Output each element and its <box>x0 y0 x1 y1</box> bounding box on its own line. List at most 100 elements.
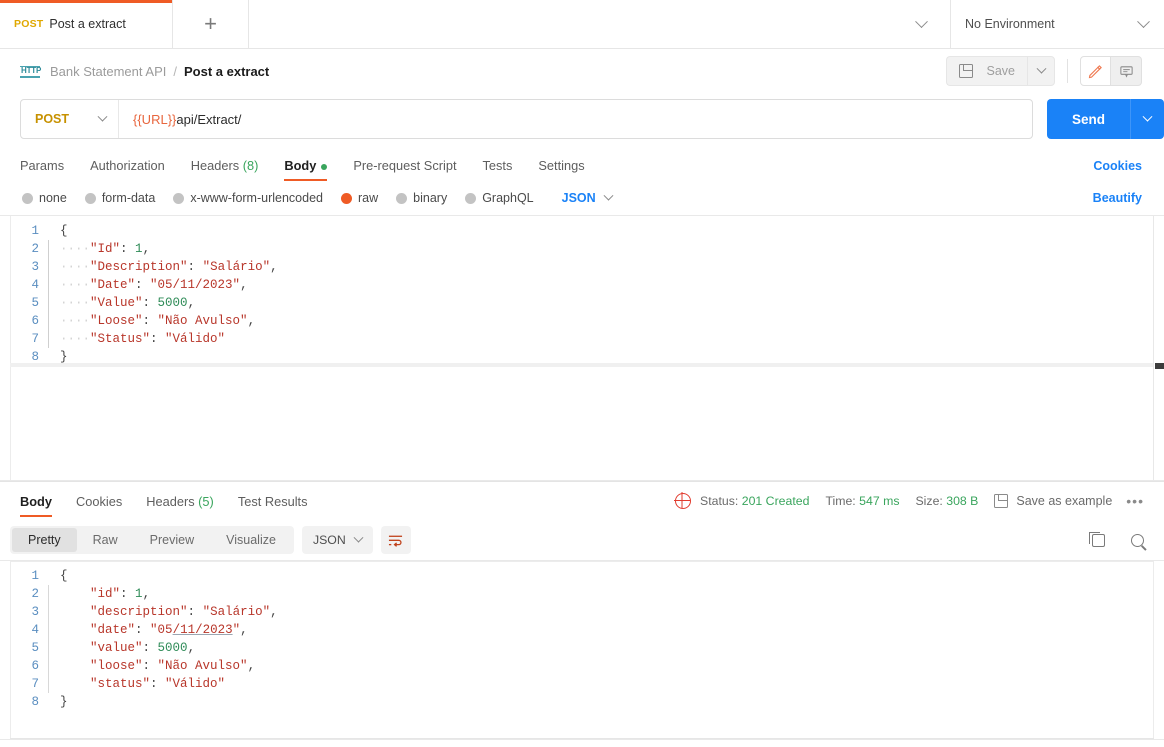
editor-horizontal-scrollbar[interactable] <box>10 363 1154 367</box>
tab-strip: POST Post a extract + No Environment <box>0 0 1164 49</box>
headers-count: (8) <box>242 158 259 173</box>
response-format-selector[interactable]: JSON <box>301 526 373 554</box>
colon: : <box>150 332 166 346</box>
word-wrap-toggle[interactable] <box>380 526 411 554</box>
response-tab-cookies-label: Cookies <box>76 493 123 509</box>
tab-authorization[interactable]: Authorization <box>90 158 165 181</box>
save-options-button[interactable] <box>1027 56 1055 86</box>
chevron-down-icon <box>1036 63 1046 74</box>
tab-list-overflow-button[interactable] <box>249 0 951 48</box>
modified-dot-icon <box>321 163 328 170</box>
send-button[interactable]: Send <box>1046 99 1130 139</box>
tab-settings[interactable]: Settings <box>538 158 584 181</box>
save-button[interactable]: Save <box>945 56 1027 86</box>
response-tab-test-results[interactable]: Test Results <box>238 482 308 520</box>
response-body-editor[interactable]: 1 2 3 4 5 6 7 8 { "id": 1, "description"… <box>0 560 1164 740</box>
response-tab-body[interactable]: Body <box>20 482 52 520</box>
breadcrumb-actions: Save <box>945 56 1142 86</box>
time-label: Time: <box>825 494 856 508</box>
request-gutter: 1 2 3 4 5 6 7 8 <box>0 216 48 372</box>
http-method-selector[interactable]: POST <box>21 100 119 138</box>
copy-icon[interactable] <box>1089 531 1105 547</box>
postman-window: POST Post a extract + No Environment HTT… <box>0 0 1164 747</box>
body-type-form-data[interactable]: form-data <box>84 191 156 205</box>
body-format-selector[interactable]: JSON <box>561 190 614 205</box>
tab-params[interactable]: Params <box>20 158 64 181</box>
response-tab-test-results-label: Test Results <box>237 493 308 509</box>
tab-pre-request-script[interactable]: Pre-request Script <box>353 158 456 181</box>
body-type-x-www-form-urlencoded[interactable]: x-www-form-urlencoded <box>173 191 323 205</box>
request-code[interactable]: { ····"Id": 1, ····"Description": "Salár… <box>48 216 1164 372</box>
body-type-none[interactable]: none <box>22 191 67 205</box>
comma: , <box>240 278 248 292</box>
line-number: 5 <box>31 641 39 655</box>
brace: { <box>60 224 68 238</box>
editor-vertical-scroll-thumb[interactable] <box>1155 363 1164 369</box>
tab-body[interactable]: Body <box>284 158 328 181</box>
json-string: "Não Avulso" <box>157 314 248 328</box>
response-view-pretty[interactable]: Pretty <box>12 528 77 552</box>
save-as-example-label: Save as example <box>1016 494 1113 508</box>
comma: , <box>187 296 196 310</box>
response-view-raw[interactable]: Raw <box>77 528 134 552</box>
environment-selector[interactable]: No Environment <box>951 0 1164 48</box>
response-view-segmented-control: Pretty Raw Preview Visualize <box>10 526 294 554</box>
url-row: POST {{URL}}api/Extract/ Send <box>0 93 1164 145</box>
body-type-graphql[interactable]: GraphQL <box>465 191 534 205</box>
chevron-down-icon <box>915 14 928 28</box>
json-key: "Value" <box>90 296 143 310</box>
tab-headers[interactable]: Headers (8) <box>191 158 259 181</box>
line-number: 1 <box>31 224 39 238</box>
response-headers-count: (5) <box>198 493 214 509</box>
code-line: "loose": "Não Avulso", <box>48 657 1164 675</box>
response-view-preview[interactable]: Preview <box>134 528 210 552</box>
beautify-link[interactable]: Beautify <box>1093 191 1142 205</box>
tab-tests[interactable]: Tests <box>483 158 513 181</box>
send-options-button[interactable] <box>1130 99 1164 139</box>
json-string-link[interactable]: /11/2023 <box>173 623 233 637</box>
floppy-disk-icon <box>994 494 1009 508</box>
json-key: "Status" <box>90 332 151 346</box>
request-tab-post-a-extract[interactable]: POST Post a extract <box>0 0 173 48</box>
comma: , <box>240 623 248 637</box>
body-format-label: JSON <box>561 191 596 205</box>
comment-button[interactable] <box>1111 56 1142 86</box>
response-code[interactable]: { "id": 1, "description": "Salário", "da… <box>48 561 1164 717</box>
colon: : <box>187 260 203 274</box>
edit-button[interactable] <box>1080 56 1111 86</box>
code-line: ····"Description": "Salário", <box>60 260 278 274</box>
save-as-example-button[interactable]: Save as example <box>994 494 1112 508</box>
word-wrap-icon <box>389 535 403 547</box>
breadcrumb-parent[interactable]: Bank Statement API <box>50 64 166 79</box>
request-body-editor[interactable]: 1 2 3 4 5 6 7 8 { ····"Id": 1, ····"Desc… <box>0 215 1164 481</box>
chevron-down-icon <box>1137 14 1150 28</box>
url-input[interactable]: {{URL}}api/Extract/ <box>119 112 1032 127</box>
url-path: api/Extract/ <box>176 111 242 127</box>
cookies-link[interactable]: Cookies <box>1093 159 1142 181</box>
request-tabs: Params Authorization Headers (8) Body Pr… <box>0 145 1164 181</box>
response-more-options-button[interactable]: ••• <box>1126 493 1144 509</box>
body-type-graphql-label: GraphQL <box>482 191 534 205</box>
breadcrumb-separator: / <box>173 63 177 79</box>
body-type-urlencoded-label: x-www-form-urlencoded <box>190 191 323 205</box>
colon: : <box>150 677 166 691</box>
json-string: "Válido" <box>165 332 226 346</box>
indent-guide <box>48 585 49 693</box>
json-string: "Salário" <box>202 605 271 619</box>
http-method-label: POST <box>35 112 70 126</box>
body-type-raw[interactable]: raw <box>341 191 378 205</box>
response-view-visualize[interactable]: Visualize <box>210 528 292 552</box>
response-tab-headers[interactable]: Headers (5) <box>146 482 214 520</box>
response-tab-cookies[interactable]: Cookies <box>76 482 122 520</box>
body-type-form-data-label: form-data <box>101 191 156 205</box>
search-icon[interactable] <box>1131 533 1144 547</box>
colon: : <box>187 605 203 619</box>
json-key: "Loose" <box>90 314 143 328</box>
json-number: 5000 <box>157 296 188 310</box>
code-line: "status": "Válido" <box>48 675 1164 693</box>
new-tab-button[interactable]: + <box>173 0 249 48</box>
globe-warning-icon <box>674 493 692 509</box>
body-type-raw-label: raw <box>358 191 379 205</box>
json-key: "Description" <box>90 260 188 274</box>
body-type-binary[interactable]: binary <box>396 191 447 205</box>
